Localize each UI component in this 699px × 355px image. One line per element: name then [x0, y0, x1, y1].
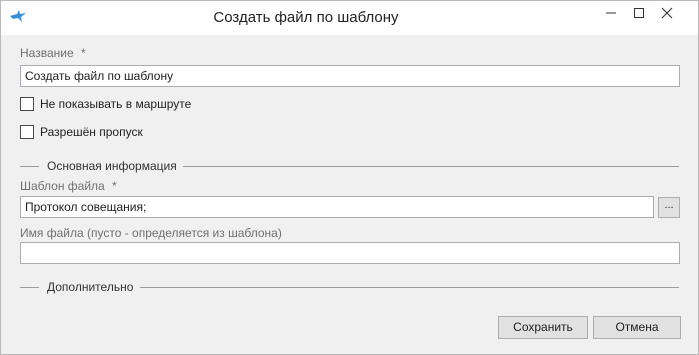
group-divider — [140, 287, 679, 288]
hide-in-route-row[interactable]: Не показывать в маршруте — [20, 96, 191, 112]
name-label: Название — [20, 46, 74, 60]
main-info-group-header: Основная информация — [20, 159, 679, 173]
allow-skip-label: Разрешён пропуск — [40, 125, 143, 139]
filename-input[interactable] — [20, 242, 680, 264]
minimize-icon — [606, 12, 616, 14]
template-label-row: Шаблон файла * — [20, 179, 117, 193]
required-mark: * — [80, 46, 86, 60]
dialog-content: Название * Не показывать в маршруте Разр… — [1, 35, 698, 354]
minimize-button[interactable] — [597, 1, 625, 25]
required-mark: * — [112, 179, 117, 193]
template-label: Шаблон файла — [20, 179, 105, 193]
main-info-group-title: Основная информация — [47, 159, 177, 173]
window-title: Создать файл по шаблону — [213, 9, 399, 26]
title-bar[interactable]: Создать файл по шаблону — [1, 1, 698, 35]
hide-in-route-label: Не показывать в маршруте — [40, 97, 192, 111]
filename-label: Имя файла (пусто - определяется из шабло… — [20, 226, 282, 240]
allow-skip-row[interactable]: Разрешён пропуск — [20, 124, 143, 140]
template-input[interactable] — [20, 196, 654, 218]
close-icon — [661, 7, 673, 19]
group-divider — [20, 287, 39, 288]
name-label-row: Название * — [20, 46, 86, 60]
dialog-window: Создать файл по шаблону Название * Созда… — [0, 0, 699, 355]
group-divider — [183, 166, 679, 167]
cancel-button[interactable]: Отмена — [593, 316, 681, 339]
allow-skip-checkbox[interactable] — [20, 125, 34, 139]
maximize-icon — [634, 8, 644, 18]
name-input[interactable] — [20, 65, 680, 87]
close-button[interactable] — [653, 1, 681, 25]
maximize-button[interactable] — [625, 1, 653, 25]
save-button[interactable]: Сохранить — [498, 316, 588, 339]
additional-group-header[interactable]: Дополнительно — [20, 280, 679, 294]
hide-in-route-checkbox[interactable] — [20, 97, 34, 111]
additional-group-title: Дополнительно — [47, 280, 134, 294]
browse-template-button[interactable]: ... — [658, 197, 680, 218]
group-divider — [20, 166, 39, 167]
